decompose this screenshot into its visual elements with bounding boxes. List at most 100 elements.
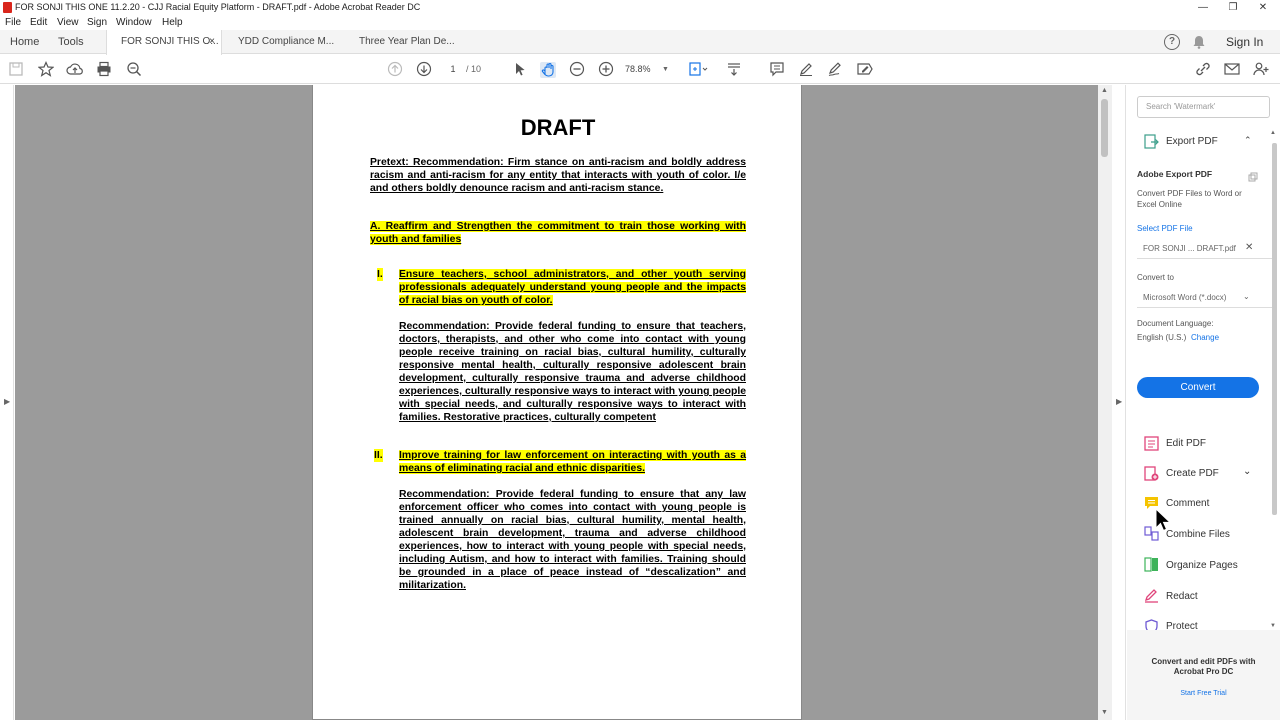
tools-scroll-up-icon[interactable]: ▲ [1270,130,1276,136]
collapse-right-pane-icon[interactable]: ▶ [1116,397,1122,406]
document-heading: DRAFT [520,115,596,140]
item-1-title-text: Ensure teachers, school administrators, … [399,269,746,306]
create-pdf-icon [1144,466,1159,481]
left-navigation-pane[interactable]: ▶ [0,85,14,720]
section-a-text: A. Reaffirm and Strengthen the commitmen… [370,221,746,245]
tab-document-2[interactable]: YDD Compliance M... [238,30,334,54]
pdf-page: DRAFT Pretext: Recommendation: Firm stan… [312,85,802,720]
document-language-label: Document Language: [1137,319,1214,328]
restore-button[interactable]: ❐ [1218,0,1248,15]
document-language-value: English (U.S.) [1137,333,1187,342]
right-pane-splitter[interactable]: ▶ [1112,85,1126,720]
close-window-button[interactable]: ✕ [1248,0,1278,15]
convert-to-chevron-down-icon[interactable]: ⌄ [1243,292,1250,301]
remove-file-icon[interactable]: ✕ [1245,242,1253,253]
collapse-chevron-up-icon[interactable]: ⌃ [1244,135,1252,146]
title-bar: FOR SONJI THIS ONE 11.2.20 - CJJ Racial … [0,0,1280,15]
tab-tools[interactable]: Tools [58,30,84,54]
tool-edit-pdf[interactable]: Edit PDF [1166,438,1206,449]
zoom-in-icon[interactable] [597,61,615,79]
document-scrollbar[interactable]: ▲ ▼ [1098,85,1112,720]
zoom-level-field[interactable]: 78.8% [625,62,661,77]
menu-view[interactable]: View [57,15,79,30]
tool-combine-files[interactable]: Combine Files [1166,529,1230,540]
scroll-mode-icon[interactable] [725,61,743,79]
share-people-icon[interactable] [1252,61,1270,79]
tools-search-input[interactable]: Search 'Watermark' [1137,96,1270,118]
fill-sign-icon[interactable] [856,61,874,79]
page-total: / 10 [466,64,482,74]
email-icon[interactable] [1223,61,1241,79]
item-1-title: Ensure teachers, school administrators, … [399,268,746,307]
adobe-export-description: Convert PDF Files to Word or Excel Onlin… [1137,189,1242,209]
upload-cloud-icon[interactable] [66,61,84,79]
menu-edit[interactable]: Edit [30,15,47,30]
draw-sign-icon[interactable] [826,61,844,79]
bookmark-star-icon[interactable] [37,61,55,79]
print-icon[interactable] [95,61,113,79]
redact-icon [1144,588,1159,603]
page-number-input[interactable]: 1 [441,62,465,77]
zoom-out-icon[interactable] [568,61,586,79]
save-icon[interactable] [7,61,25,79]
select-cursor-icon[interactable] [510,61,528,79]
start-free-trial-link[interactable]: Start Free Trial [1127,690,1280,697]
convert-to-select[interactable]: Microsoft Word (*.docx) [1137,288,1272,308]
adobe-export-title: Adobe Export PDF [1137,169,1213,179]
menu-sign[interactable]: Sign [87,15,107,30]
item-1-number: I. [377,268,383,281]
select-pdf-label: Select PDF File [1137,224,1193,233]
notifications-bell-icon[interactable] [1192,35,1206,49]
tool-create-pdf[interactable]: Create PDF [1166,468,1219,479]
edit-pdf-icon [1144,436,1159,451]
next-page-icon[interactable] [415,61,433,79]
create-pdf-chevron-down-icon[interactable]: ⌄ [1243,466,1251,477]
menu-bar: File Edit View Sign Window Help [0,15,1280,30]
tab-home[interactable]: Home [10,30,39,54]
help-icon[interactable]: ? [1164,34,1180,50]
menu-help[interactable]: Help [162,15,183,30]
close-tab-icon[interactable]: × [209,30,215,54]
share-link-icon[interactable] [1194,61,1212,79]
item-2-title-text: Improve training for law enforcement on … [399,450,746,474]
tool-comment[interactable]: Comment [1166,498,1209,509]
sign-in-link[interactable]: Sign In [1226,30,1263,54]
item-2-number: II. [374,449,383,462]
convert-button[interactable]: Convert [1137,377,1259,398]
previous-page-icon[interactable] [386,61,404,79]
section-a-heading: A. Reaffirm and Strengthen the commitmen… [370,220,746,246]
acrobat-app-icon [3,2,12,13]
highlight-pen-icon[interactable] [797,61,815,79]
pretext-paragraph: Pretext: Recommendation: Firm stance on … [370,157,746,194]
export-pdf-icon [1144,134,1159,149]
scrollbar-thumb[interactable] [1101,99,1108,157]
export-pdf-heading[interactable]: Export PDF [1166,136,1218,147]
tab-document-active[interactable]: FOR SONJI THIS O... × [106,30,222,55]
document-viewport[interactable]: DRAFT Pretext: Recommendation: Firm stan… [15,85,1098,720]
organize-pages-icon [1144,557,1159,572]
scroll-up-arrow-icon[interactable]: ▲ [1101,87,1108,94]
menu-window[interactable]: Window [116,15,152,30]
minimize-button[interactable]: — [1188,0,1218,15]
zoom-dropdown-chevron-icon[interactable]: ▼ [662,62,669,77]
comment-icon[interactable] [768,61,786,79]
menu-file[interactable]: File [5,15,21,30]
tab-document-3[interactable]: Three Year Plan De... [359,30,455,54]
expand-left-pane-icon[interactable]: ▶ [4,397,10,406]
item-2-recommendation: Recommendation: Provide federal funding … [399,489,746,591]
item-1-recommendation: Recommendation: Provide federal funding … [399,321,746,423]
fit-page-icon[interactable] [688,61,708,79]
tool-organize-pages[interactable]: Organize Pages [1166,560,1238,571]
tools-scroll-down-icon[interactable]: ▼ [1270,623,1276,629]
tools-scrollbar-thumb[interactable] [1272,143,1277,515]
zoom-search-icon[interactable] [125,61,143,79]
tool-redact[interactable]: Redact [1166,591,1198,602]
copy-icon[interactable] [1248,169,1258,182]
hand-tool-icon[interactable] [539,61,557,79]
window-title: FOR SONJI THIS ONE 11.2.20 - CJJ Racial … [15,2,421,12]
convert-to-label: Convert to [1137,273,1174,282]
scroll-down-arrow-icon[interactable]: ▼ [1101,709,1108,716]
change-language-link[interactable]: Change [1191,332,1219,343]
upsell-footer: Convert and edit PDFs with Acrobat Pro D… [1127,630,1280,720]
tab-document-label: FOR SONJI THIS O... [121,36,219,47]
